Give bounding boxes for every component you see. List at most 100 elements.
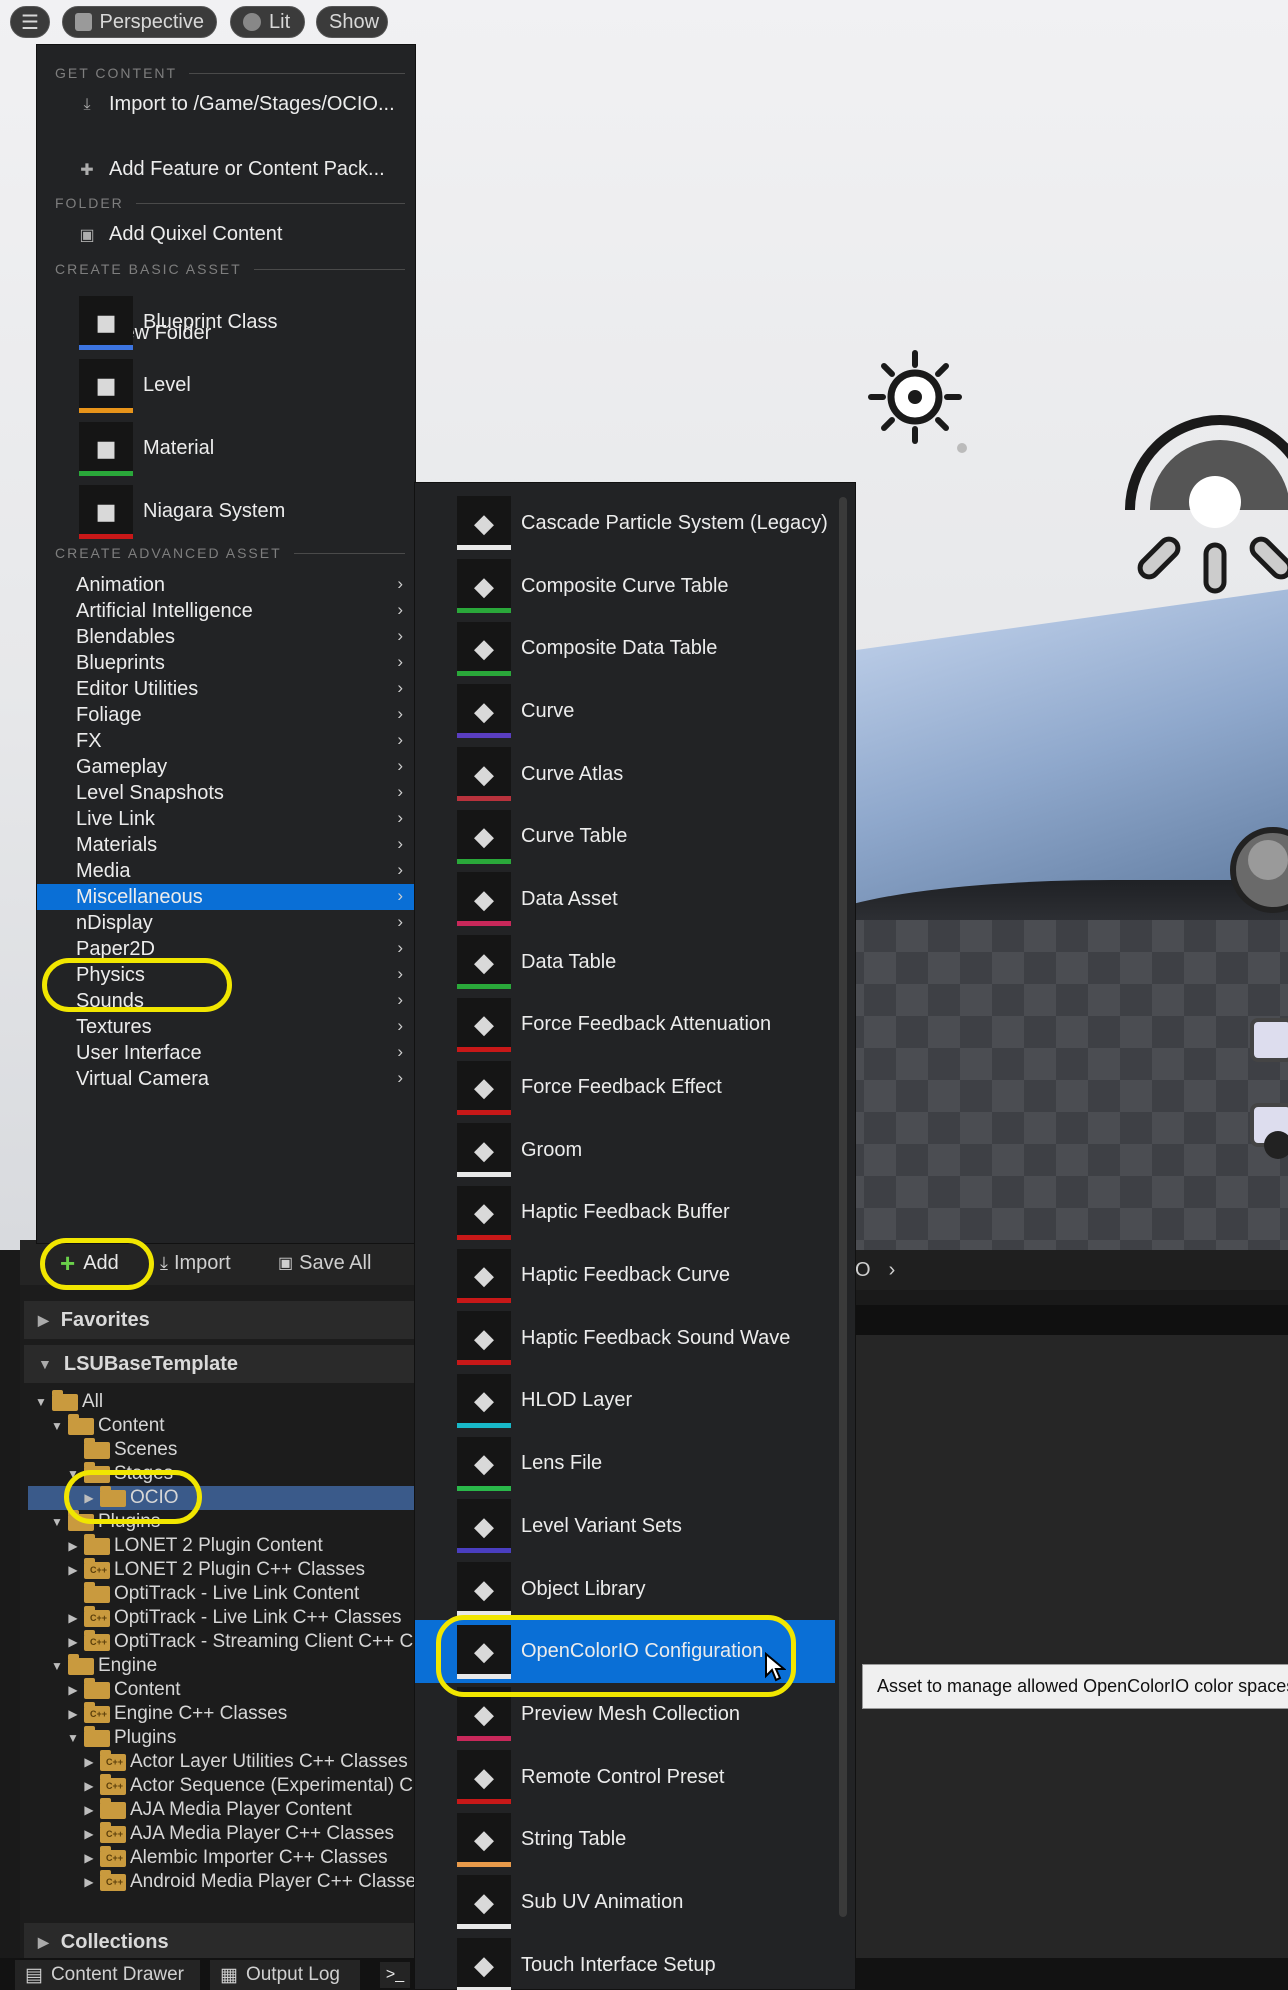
import-button[interactable]: ⤓ Import bbox=[160, 1246, 231, 1280]
submenu-item[interactable]: ◆ Composite Data Table bbox=[415, 617, 835, 680]
category-item[interactable]: Blendables › bbox=[37, 624, 415, 650]
folder-tree-item[interactable]: ▶ C++ AJA Media Player C++ Classes bbox=[28, 1821, 420, 1846]
category-item[interactable]: Miscellaneous › bbox=[37, 884, 415, 910]
folder-tree-item[interactable]: ▶ C++ Android Media Player C++ Classe bbox=[28, 1869, 420, 1894]
category-item[interactable]: Artificial Intelligence › bbox=[37, 598, 415, 624]
import-menu-item[interactable]: ⤓ Import to /Game/Stages/OCIO... bbox=[37, 88, 415, 121]
submenu-item[interactable]: ◆ Force Feedback Effect bbox=[415, 1056, 835, 1119]
basic-asset-item[interactable]: ◼ Material bbox=[79, 417, 415, 480]
collections-header[interactable]: ▶ Collections bbox=[24, 1923, 420, 1961]
submenu-item[interactable]: ◆ Data Table bbox=[415, 931, 835, 994]
camera-widget-icon[interactable] bbox=[1248, 1010, 1288, 1170]
folder-tree-item[interactable]: ▶ LONET 2 Plugin Content bbox=[28, 1533, 420, 1558]
lit-dropdown[interactable]: Lit bbox=[230, 6, 305, 38]
favorites-label: Favorites bbox=[60, 1308, 150, 1331]
category-item[interactable]: Animation › bbox=[37, 572, 415, 598]
submenu-item[interactable]: ◆ Haptic Feedback Sound Wave bbox=[415, 1307, 835, 1370]
sky-light-icon[interactable] bbox=[1120, 410, 1288, 600]
cmd-icon[interactable]: >_ bbox=[380, 1962, 410, 1988]
folder-header: FOLDER bbox=[55, 193, 405, 213]
submenu-item[interactable]: ◆ Groom bbox=[415, 1119, 835, 1182]
output-log-tab[interactable]: ▦ Output Log bbox=[210, 1960, 360, 1990]
category-item[interactable]: FX › bbox=[37, 728, 415, 754]
category-item[interactable]: nDisplay › bbox=[37, 910, 415, 936]
submenu-item-label: Object Library bbox=[521, 1577, 646, 1600]
submenu-item[interactable]: ◆ Lens File bbox=[415, 1432, 835, 1495]
content-drawer-tab[interactable]: ▤ Content Drawer bbox=[15, 1960, 200, 1990]
submenu-scrollbar[interactable] bbox=[839, 497, 847, 1917]
folder-icon bbox=[84, 1725, 110, 1747]
folder-tree-item[interactable]: ▶ C++ OptiTrack - Streaming Client C++ C bbox=[28, 1629, 420, 1654]
submenu-item-label: Haptic Feedback Buffer bbox=[521, 1201, 730, 1224]
folder-tree-item[interactable]: ▶ AJA Media Player Content bbox=[28, 1797, 420, 1822]
expand-arrow-icon: ▶ bbox=[68, 1683, 78, 1697]
basic-asset-item[interactable]: ◼ Blueprint Class bbox=[79, 291, 415, 354]
folder-tree-item[interactable]: ▼ Engine bbox=[28, 1653, 420, 1678]
category-item[interactable]: Editor Utilities › bbox=[37, 676, 415, 702]
category-item[interactable]: Live Link › bbox=[37, 806, 415, 832]
submenu-item[interactable]: ◆ Remote Control Preset bbox=[415, 1746, 835, 1809]
category-item[interactable]: Textures › bbox=[37, 1014, 415, 1040]
save-all-button[interactable]: ▣ Save All bbox=[278, 1246, 371, 1280]
basic-asset-item[interactable]: ◼ Niagara System bbox=[79, 480, 415, 543]
viewport-menu-button[interactable]: ☰ bbox=[10, 6, 50, 38]
category-item[interactable]: Media › bbox=[37, 858, 415, 884]
perspective-label: Perspective bbox=[99, 10, 205, 33]
basic-asset-item[interactable]: ◼ Level bbox=[79, 354, 415, 417]
folder-tree-item[interactable]: ▶ C++ LONET 2 Plugin C++ Classes bbox=[28, 1557, 420, 1582]
folder-tree-item[interactable]: ▶ C++ Engine C++ Classes bbox=[28, 1701, 420, 1726]
submenu-item[interactable]: ◆ Level Variant Sets bbox=[415, 1495, 835, 1558]
category-label: User Interface bbox=[76, 1041, 202, 1064]
category-item[interactable]: Foliage › bbox=[37, 702, 415, 728]
submenu-item[interactable]: ◆ HLOD Layer bbox=[415, 1370, 835, 1433]
expand-arrow-icon: ▶ bbox=[84, 1755, 94, 1769]
folder-tree-item[interactable]: ▶ Content bbox=[28, 1677, 420, 1702]
submenu-item[interactable]: ◆ Composite Curve Table bbox=[415, 555, 835, 618]
project-header[interactable]: ▼ LSUBaseTemplate bbox=[24, 1345, 420, 1383]
submenu-item[interactable]: ◆ Curve Table bbox=[415, 805, 835, 868]
expand-arrow-icon: ▶ bbox=[68, 1635, 78, 1649]
folder-tree-item[interactable]: OptiTrack - Live Link Content bbox=[28, 1581, 420, 1606]
folder-tree-item[interactable]: ▶ C++ Alembic Importer C++ Classes bbox=[28, 1845, 420, 1870]
category-item[interactable]: Materials › bbox=[37, 832, 415, 858]
folder-tree-item[interactable]: ▶ C++ OptiTrack - Live Link C++ Classes bbox=[28, 1605, 420, 1630]
submenu-item[interactable]: ◆ Haptic Feedback Buffer bbox=[415, 1182, 835, 1245]
category-item[interactable]: Gameplay › bbox=[37, 754, 415, 780]
feature-pack-menu-item[interactable]: ✚ Add Feature or Content Pack... bbox=[37, 153, 415, 186]
submenu-item[interactable]: ◆ Sub UV Animation bbox=[415, 1871, 835, 1934]
category-item[interactable]: Blueprints › bbox=[37, 650, 415, 676]
expand-arrow-icon: ▶ bbox=[38, 1311, 49, 1328]
folder-tree-item[interactable]: Scenes bbox=[28, 1437, 420, 1462]
category-item[interactable]: Virtual Camera › bbox=[37, 1066, 415, 1092]
submenu-item[interactable]: ◆ Object Library bbox=[415, 1558, 835, 1621]
folder-tree-item[interactable]: ▼ Content bbox=[28, 1413, 420, 1438]
submenu-item[interactable]: ◆ Curve bbox=[415, 680, 835, 743]
submenu-item-label: String Table bbox=[521, 1828, 627, 1851]
favorites-header[interactable]: ▶ Favorites bbox=[24, 1301, 420, 1339]
folder-tree-item[interactable]: ▼ All bbox=[28, 1390, 420, 1414]
folder-tree-item[interactable]: ▼ Plugins bbox=[28, 1725, 420, 1750]
perspective-dropdown[interactable]: Perspective bbox=[62, 6, 217, 38]
submenu-item[interactable]: ◆ Curve Atlas bbox=[415, 743, 835, 806]
submenu-item[interactable]: ◆ String Table bbox=[415, 1808, 835, 1871]
quixel-menu-item[interactable]: ▣ Add Quixel Content bbox=[37, 218, 415, 251]
sphere-reflection-icon[interactable] bbox=[1228, 825, 1288, 915]
folder-tree-item[interactable]: ▶ C++ Actor Sequence (Experimental) C bbox=[28, 1773, 420, 1798]
cube-icon: ◆ bbox=[457, 1248, 511, 1303]
directional-light-icon[interactable] bbox=[860, 345, 970, 455]
feature-pack-icon: ✚ bbox=[80, 161, 94, 179]
collections-label: Collections bbox=[60, 1930, 169, 1953]
folder-tree-item[interactable]: ▶ C++ Actor Layer Utilities C++ Classes bbox=[28, 1749, 420, 1774]
submenu-item[interactable]: ◆ Force Feedback Attenuation bbox=[415, 994, 835, 1057]
show-dropdown[interactable]: Show bbox=[316, 6, 388, 38]
category-item[interactable]: Level Snapshots › bbox=[37, 780, 415, 806]
expand-arrow-icon: ▶ bbox=[84, 1803, 94, 1817]
submenu-item[interactable]: ◆ Touch Interface Setup bbox=[415, 1934, 835, 1990]
submenu-item[interactable]: ◆ Haptic Feedback Curve bbox=[415, 1244, 835, 1307]
cube-icon: ◆ bbox=[457, 809, 511, 864]
submenu-item[interactable]: ◆ Data Asset bbox=[415, 868, 835, 931]
category-item[interactable]: User Interface › bbox=[37, 1040, 415, 1066]
show-label: Show bbox=[329, 10, 380, 33]
submenu-item[interactable]: ◆ Cascade Particle System (Legacy) bbox=[415, 492, 835, 555]
path-bar[interactable]: O › bbox=[855, 1250, 1288, 1290]
